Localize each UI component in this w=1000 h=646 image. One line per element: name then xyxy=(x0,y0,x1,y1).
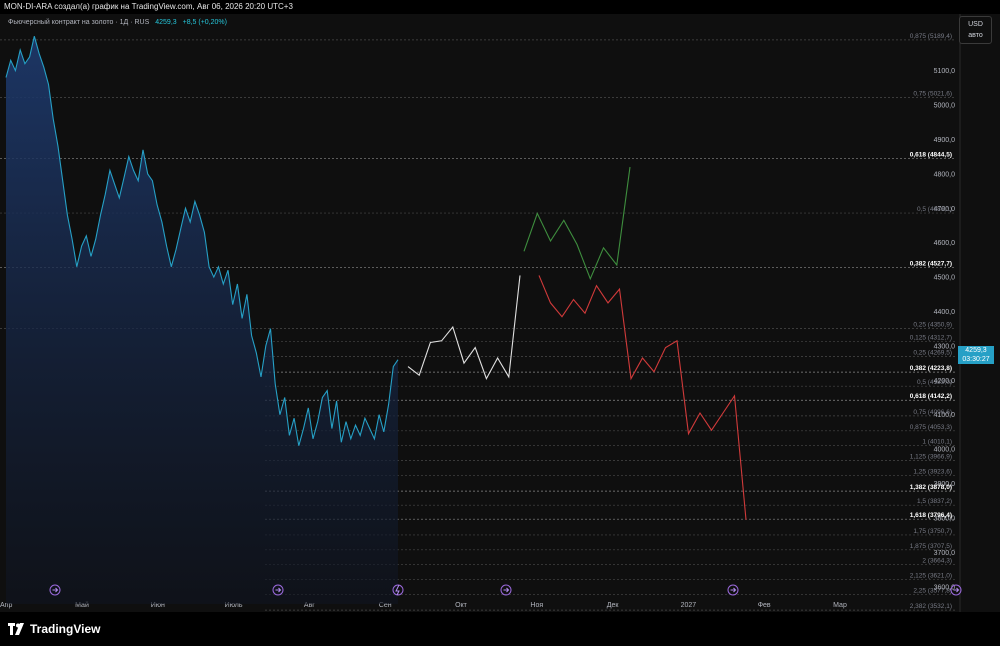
projection-white-line xyxy=(407,275,521,380)
footer-bar: TradingView xyxy=(0,612,1000,646)
fib-lower-level-label: 2 (3664,3) xyxy=(922,558,952,565)
fib-upper-level-label: 0,382 (4527,7) xyxy=(910,261,952,268)
y-tick-label: 4500,0 xyxy=(934,275,956,282)
y-tick-label: 4900,0 xyxy=(934,137,956,144)
scale-mode-label: авто xyxy=(968,32,983,39)
price-chart[interactable]: 5100,05000,04900,04800,04700,04600,04500… xyxy=(0,14,1000,612)
tradingview-logo-icon xyxy=(8,623,24,635)
x-tick-label: Дек xyxy=(607,602,620,609)
fib-lower-level-label: 1,5 (3837,2) xyxy=(917,498,952,505)
fib-lower-level-label: 0,618 (4142,2) xyxy=(910,393,952,400)
projection-red-line xyxy=(538,275,747,520)
fib-lower-level-label: 0,125 (4312,7) xyxy=(910,335,952,342)
fib-lower-level-label: 1,618 (3796,4) xyxy=(910,512,952,519)
fib-lower-level-label: 2,25 (3577,8) xyxy=(913,587,952,594)
chart-area[interactable]: 5100,0 5000,0 4900,0 4800,0 4700,0 4600,0 4500… xyxy=(0,14,1000,612)
y-tick-label: 4400,0 xyxy=(934,309,956,316)
fib-lower-level-label: 2,382 (3532,1) xyxy=(910,603,952,610)
fib-upper-level-label: 0,25 (4350,9) xyxy=(913,321,952,328)
projection-green-line xyxy=(523,166,631,281)
fib-lower-level-label: 0,875 (4053,3) xyxy=(910,424,952,431)
currency-scale-button[interactable]: USD авто xyxy=(959,16,992,44)
y-tick-label: 5100,0 xyxy=(934,68,956,75)
fib-lower-level-label: 1,125 (3966,9) xyxy=(910,454,952,461)
y-tick-label: 3700,0 xyxy=(934,550,956,557)
fib-upper-level-label: 0,5 (4686,1) xyxy=(917,206,952,213)
last-price-tag: 4259,3 03:30:27 xyxy=(958,346,994,364)
share-caption: MON-DI-ARA создал(а) график на TradingVi… xyxy=(0,0,1000,14)
fib-lower-level-label: 1 (4010,1) xyxy=(922,439,952,446)
bar-countdown: 03:30:27 xyxy=(962,356,990,363)
symbol-name: Фьючерсный контракт на золото · 1Д · RUS xyxy=(8,19,150,26)
event-icon-glyph xyxy=(730,587,737,593)
currency-label: USD xyxy=(968,21,983,28)
x-tick-label: Ноя xyxy=(530,602,543,609)
x-tick-label: 2027 xyxy=(681,602,697,609)
fib-lower-level-label: 1,382 (3878,0) xyxy=(910,484,952,491)
x-tick-label: Окт xyxy=(455,602,468,609)
price-area xyxy=(6,36,398,604)
fib-lower-level-label: 0,382 (4223,8) xyxy=(910,365,952,372)
x-tick-label: Мар xyxy=(833,602,847,609)
tradingview-logo[interactable]: TradingView xyxy=(8,622,100,636)
tradingview-wordmark: TradingView xyxy=(30,622,101,636)
event-icon-glyph xyxy=(503,587,510,593)
fib-upper-level-label: 0,875 (5189,4) xyxy=(910,33,952,40)
x-tick-label: Фев xyxy=(758,602,771,609)
earnings-event-icon xyxy=(500,584,512,596)
fib-lower-level-label: 0,25 (4269,5) xyxy=(913,349,952,356)
y-tick-label: 4600,0 xyxy=(934,240,956,247)
y-tick-label: 5000,0 xyxy=(934,103,956,110)
fib-lower-level-label: 1,25 (3923,6) xyxy=(913,468,952,475)
earnings-event-icon xyxy=(727,584,739,596)
fib-lower-level-label: 0,5 (4183,0) xyxy=(917,379,952,386)
fib-upper-level-label: 0,75 (5021,6) xyxy=(913,91,952,98)
symbol-change: +8,5 (+0,20%) xyxy=(182,19,227,26)
symbol-legend: Фьючерсный контракт на золото · 1Д · RUS… xyxy=(8,19,227,26)
symbol-last-value: 4259,3 xyxy=(155,19,177,26)
fib-lower-level-label: 0,75 (4096,6) xyxy=(913,409,952,416)
fib-lower-level-label: 1,875 (3707,5) xyxy=(910,543,952,550)
last-price-value: 4259,3 xyxy=(965,347,987,354)
fib-lower-level-label: 1,75 (3750,7) xyxy=(913,528,952,535)
y-tick-label: 4800,0 xyxy=(934,171,956,178)
fib-lower-level-label: 2,125 (3621,0) xyxy=(910,573,952,580)
fib-upper-level-label: 0,618 (4844,5) xyxy=(910,152,952,159)
